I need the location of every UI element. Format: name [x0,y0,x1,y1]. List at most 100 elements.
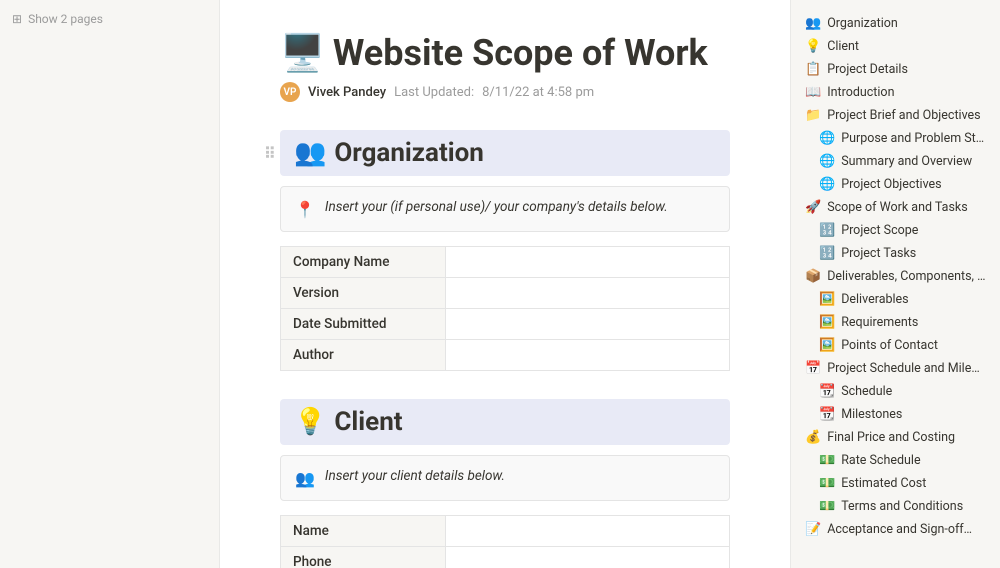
sidebar-rate-label: Rate Schedule [841,453,920,468]
table-row: Date Submitted [281,309,730,340]
show-pages-button[interactable]: ⊞ Show 2 pages [0,8,219,30]
org-callout-icon: 📍 [295,200,315,219]
sidebar-item-schedule-milestones[interactable]: 📅 Project Schedule and Milestones [791,357,1000,380]
sidebar-item-client[interactable]: 💡 Client [791,35,1000,58]
sidebar-accept-label: Acceptance and Sign-off… [827,522,972,537]
sidebar-item-deliverables[interactable]: 🖼️ Deliverables [791,288,1000,311]
org-row-label-2: Date Submitted [281,309,446,340]
org-callout: 📍 Insert your (if personal use)/ your co… [280,186,730,232]
doc-meta: VP Vivek Pandey Last Updated: 8/11/22 at… [280,82,730,102]
sidebar-accept-icon: 📝 [805,522,821,537]
organization-heading: ⠿ 👥 Organization [280,130,730,176]
sidebar-item-purpose[interactable]: 🌐 Purpose and Problem Statem… [791,127,1000,150]
sidebar-item-project-tasks[interactable]: 🔢 Project Tasks [791,242,1000,265]
sidebar-item-project-brief[interactable]: 📁 Project Brief and Objectives [791,104,1000,127]
sidebar-req-icon: 🖼️ [819,315,835,330]
sidebar-item-estimated-cost[interactable]: 💵 Estimated Cost [791,472,1000,495]
org-row-label-3: Author [281,340,446,371]
client-callout: 👥 Insert your client details below. [280,455,730,501]
sidebar-item-milestones[interactable]: 📆 Milestones [791,403,1000,426]
org-row-value-1[interactable] [446,278,730,309]
main-content: 🖥️ Website Scope of Work VP Vivek Pandey… [220,0,790,568]
sidebar-terms-label: Terms and Conditions [841,499,963,514]
sidebar-org-label: Organization [827,16,898,31]
last-updated-value: 8/11/22 at 4:58 pm [482,85,594,100]
sidebar-cost-label: Estimated Cost [841,476,926,491]
org-row-value-3[interactable] [446,340,730,371]
org-title: Organization [334,138,484,168]
sidebar-projtasks-label: Project Tasks [841,246,916,261]
avatar: VP [280,82,300,102]
doc-title: 🖥️ Website Scope of Work [280,32,730,74]
sidebar-item-project-scope[interactable]: 🔢 Project Scope [791,219,1000,242]
org-row-label-0: Company Name [281,247,446,278]
sidebar-sched-section-icon: 📅 [805,361,821,376]
sidebar-milestones-icon: 📆 [819,407,835,422]
sidebar-milestones-label: Milestones [841,407,902,422]
client-row-value-1[interactable] [446,547,730,568]
sidebar-deliv-icon: 🖼️ [819,292,835,307]
left-panel: ⊞ Show 2 pages [0,0,220,568]
sidebar-purpose-icon: 🌐 [819,131,835,146]
show-pages-label: Show 2 pages [28,12,103,26]
sidebar-summary-label: Summary and Overview [841,154,972,169]
org-callout-text: Insert your (if personal use)/ your comp… [325,199,668,215]
sidebar-projdetails-label: Project Details [827,62,908,77]
sidebar-intro-label: Introduction [827,85,894,100]
sidebar-summary-icon: 🌐 [819,154,835,169]
sidebar-item-project-details[interactable]: 📋 Project Details [791,58,1000,81]
org-row-value-0[interactable] [446,247,730,278]
org-row-value-2[interactable] [446,309,730,340]
client-row-value-0[interactable] [446,516,730,547]
sidebar-item-scope-work-tasks[interactable]: 🚀 Scope of Work and Tasks [791,196,1000,219]
sidebar-item-deliverables-section[interactable]: 📦 Deliverables, Components, & R… [791,265,1000,288]
client-callout-icon: 👥 [295,469,315,488]
org-table: Company Name Version Date Submitted Auth… [280,246,730,371]
table-row: Author [281,340,730,371]
sidebar-client-icon: 💡 [805,39,821,54]
sidebar-item-acceptance[interactable]: 📝 Acceptance and Sign-off… [791,518,1000,541]
sidebar-item-final-price[interactable]: 💰 Final Price and Costing [791,426,1000,449]
sidebar-sched-icon: 📆 [819,384,835,399]
table-row: Version [281,278,730,309]
sidebar-sched-section-label: Project Schedule and Milestones [827,361,986,376]
pages-icon: ⊞ [12,12,22,26]
sidebar-item-schedule[interactable]: 📆 Schedule [791,380,1000,403]
sidebar-req-label: Requirements [841,315,918,330]
sidebar-item-project-objectives[interactable]: 🌐 Project Objectives [791,173,1000,196]
sidebar-objectives-icon: 🌐 [819,177,835,192]
org-icon: 👥 [294,138,326,168]
client-icon: 💡 [294,407,326,437]
drag-handle-org[interactable]: ⠿ [264,144,276,163]
sidebar-item-rate-schedule[interactable]: 💵 Rate Schedule [791,449,1000,472]
client-heading: 💡 Client [280,399,730,445]
sidebar-objectives-label: Project Objectives [841,177,941,192]
sidebar-deliverables-section-icon: 📦 [805,269,821,284]
sidebar-poc-label: Points of Contact [841,338,938,353]
client-row-label-0: Name [281,516,446,547]
title-text: Website Scope of Work [333,32,708,74]
sidebar-item-requirements[interactable]: 🖼️ Requirements [791,311,1000,334]
table-row: Phone [281,547,730,568]
table-row: Name [281,516,730,547]
author-name: Vivek Pandey [308,85,386,100]
sidebar-projtasks-icon: 🔢 [819,246,835,261]
sidebar-item-summary[interactable]: 🌐 Summary and Overview [791,150,1000,173]
sidebar-price-section-icon: 💰 [805,430,821,445]
sidebar-brief-label: Project Brief and Objectives [827,108,980,123]
sidebar-terms-icon: 💵 [819,499,835,514]
sidebar-item-introduction[interactable]: 📖 Introduction [791,81,1000,104]
sidebar-scope-label: Scope of Work and Tasks [827,200,968,215]
sidebar-rate-icon: 💵 [819,453,835,468]
right-sidebar: 👥 Organization 💡 Client 📋 Project Detail… [790,0,1000,568]
sidebar-client-label: Client [827,39,859,54]
sidebar-projdetails-icon: 📋 [805,62,821,77]
sidebar-cost-icon: 💵 [819,476,835,491]
sidebar-price-section-label: Final Price and Costing [827,430,955,445]
sidebar-item-organization[interactable]: 👥 Organization [791,12,1000,35]
sidebar-org-icon: 👥 [805,16,821,31]
sidebar-scope-icon: 🚀 [805,200,821,215]
sidebar-item-terms[interactable]: 💵 Terms and Conditions [791,495,1000,518]
sidebar-poc-icon: 🖼️ [819,338,835,353]
sidebar-item-points-contact[interactable]: 🖼️ Points of Contact [791,334,1000,357]
